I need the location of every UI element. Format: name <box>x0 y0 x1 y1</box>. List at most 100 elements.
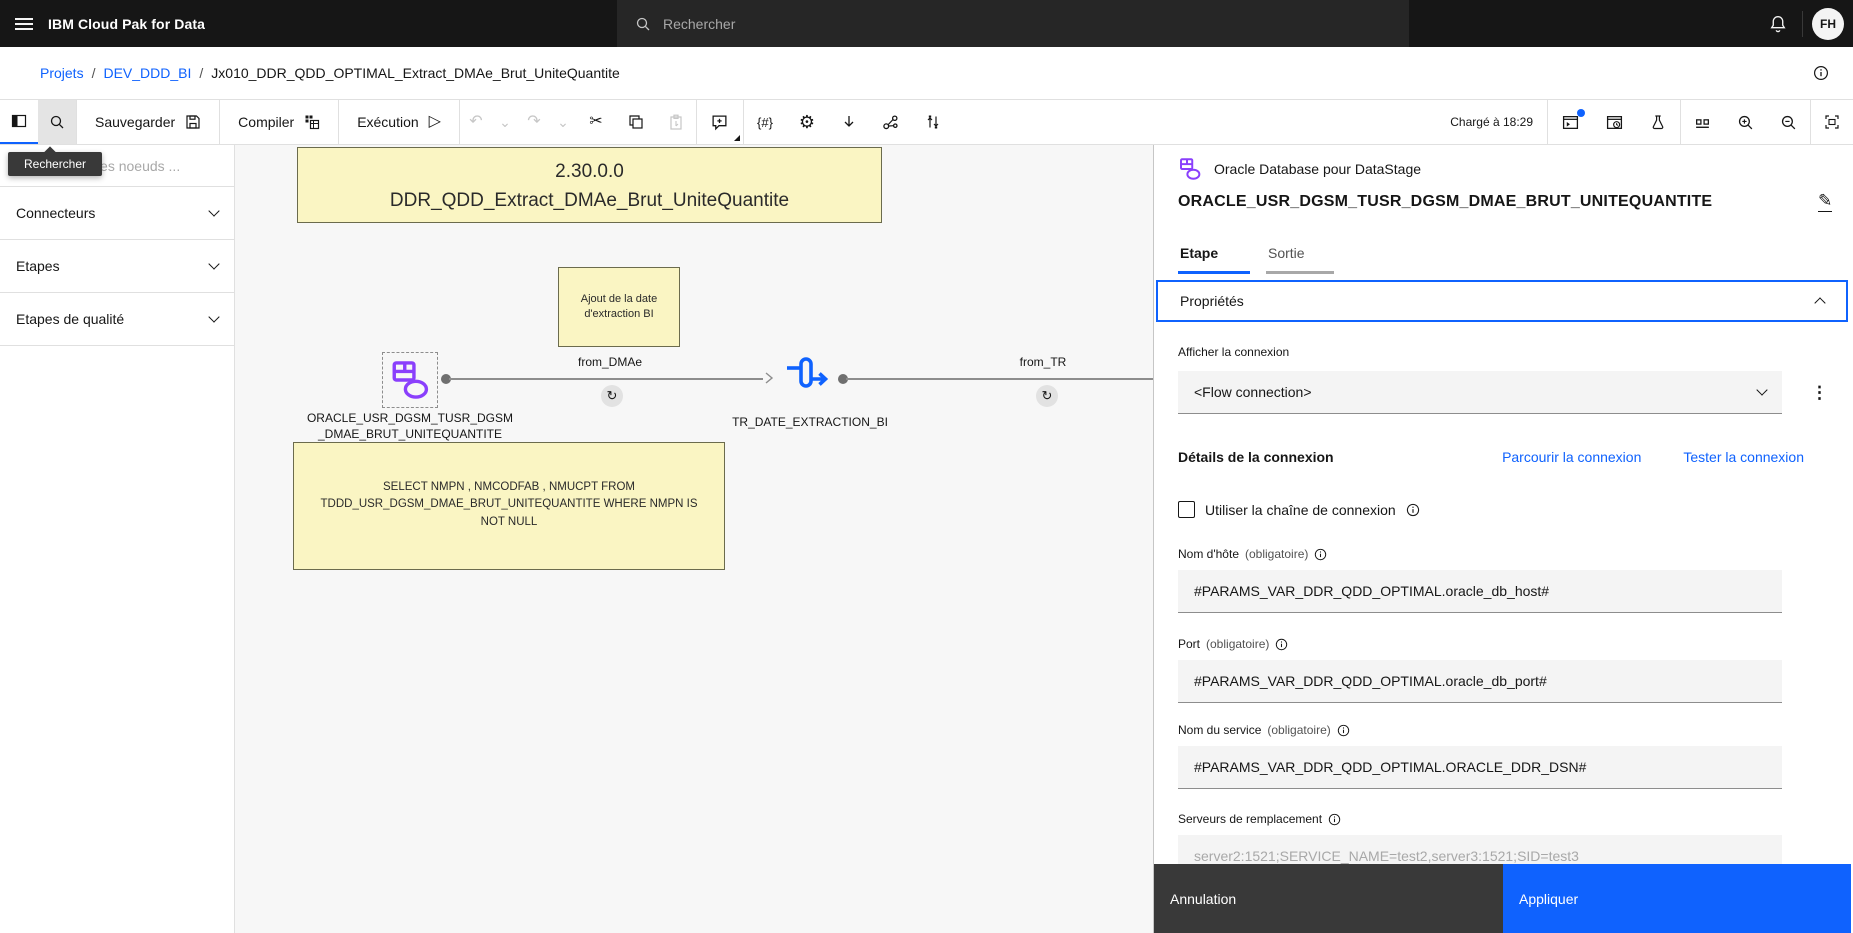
global-search-input[interactable] <box>663 15 1263 32</box>
node-oracle-source[interactable] <box>382 352 438 408</box>
info-icon[interactable] <box>1406 503 1420 517</box>
undo-menu-button[interactable]: ⌄ <box>491 100 518 144</box>
search-nodes-button[interactable] <box>38 100 76 144</box>
search-tooltip: Rechercher <box>8 146 103 176</box>
redo-menu-button[interactable]: ⌄ <box>549 100 576 144</box>
toggle-palette-button[interactable] <box>0 100 38 144</box>
breadcrumb-flow-name: Jx010_DDR_QDD_OPTIMAL_Extract_DMAe_Brut_… <box>211 65 620 81</box>
apply-button[interactable]: Appliquer <box>1503 864 1851 933</box>
compile-label: Compiler <box>238 114 295 130</box>
play-icon: ▷ <box>428 113 441 130</box>
comment-note-sql[interactable]: SELECT NMPN , NMCODFAB , NMUCPT FROM TDD… <box>293 442 725 570</box>
zoom-in-button[interactable] <box>1724 100 1767 144</box>
link-from-dmae[interactable] <box>449 378 763 380</box>
zoom-out-icon <box>1781 115 1796 129</box>
test-connection-link[interactable]: Tester la connexion <box>1683 449 1804 465</box>
run-label: Exécution <box>357 114 419 130</box>
link-refresh-button[interactable]: ↻ <box>1036 385 1058 407</box>
download-icon <box>844 116 854 127</box>
browse-connection-link[interactable]: Parcourir la connexion <box>1502 449 1641 465</box>
note-text: SELECT NMPN , NMCODFAB , NMUCPT FROM TDD… <box>320 481 698 528</box>
redo-button[interactable]: ↷ <box>517 100 550 144</box>
link-label-from-tr[interactable]: from_TR <box>968 355 1118 369</box>
fit-to-screen-button[interactable] <box>1811 100 1853 144</box>
copy-button[interactable] <box>615 100 656 144</box>
download-button[interactable] <box>827 100 870 144</box>
link-label-from-dmae[interactable]: from_DMAe <box>535 355 685 369</box>
info-icon[interactable] <box>1337 724 1350 737</box>
flow-toolbar: Sauvegarder Compiler Exécution ▷ ↶ ⌄ ↷ ⌄ <box>0 100 1853 145</box>
hamburger-menu-button[interactable] <box>0 0 48 47</box>
settings-button[interactable]: ⚙ <box>785 100 828 144</box>
tab-etape[interactable]: Etape <box>1178 237 1250 274</box>
comment-icon <box>712 114 727 130</box>
fit-screen-icon <box>1825 115 1839 129</box>
undo-button[interactable]: ↶ <box>459 100 492 144</box>
global-search[interactable] <box>617 0 1409 47</box>
use-connection-string-label: Utiliser la chaîne de connexion <box>1205 501 1396 518</box>
save-status: Chargé à 18:29 <box>1450 115 1533 129</box>
add-comment-button[interactable] <box>696 100 743 144</box>
breadcrumb-project-name[interactable]: DEV_DDD_BI <box>103 65 191 81</box>
auto-arrange-button[interactable] <box>911 100 954 144</box>
port-input[interactable] <box>1178 660 1782 703</box>
hostname-input[interactable] <box>1178 570 1782 613</box>
palette-section-connectors[interactable]: Connecteurs <box>0 187 234 240</box>
palette-section-quality-stages[interactable]: Etapes de qualité <box>0 293 234 346</box>
palette-section-stages[interactable]: Etapes <box>0 240 234 293</box>
flow-canvas[interactable]: 2.30.0.0 DDR_QDD_Extract_DMAe_Brut_Unite… <box>235 145 1153 933</box>
info-icon[interactable] <box>1275 638 1288 651</box>
run-console-button[interactable] <box>1548 100 1592 144</box>
node-transformer[interactable] <box>785 353 831 397</box>
info-icon[interactable] <box>1314 548 1327 561</box>
refresh-icon: ↻ <box>1041 388 1053 403</box>
avatar[interactable]: FH <box>1812 7 1844 40</box>
pencil-icon: ✎ <box>1818 191 1833 210</box>
breadcrumb-projects[interactable]: Projets <box>40 65 84 81</box>
save-button[interactable]: Sauvegarder <box>77 100 220 144</box>
properties-accordion[interactable]: Propriétés <box>1156 280 1848 322</box>
connection-dropdown[interactable]: <Flow connection> <box>1178 371 1782 414</box>
test-flask-button[interactable] <box>1636 100 1680 144</box>
scissors-icon: ✂ <box>589 113 603 130</box>
history-icon <box>1606 115 1622 129</box>
comment-note-extraction-date[interactable]: Ajout de la date d'extraction BI <box>558 267 680 347</box>
breadcrumb: Projets / DEV_DDD_BI / Jx010_DDR_QDD_OPT… <box>0 47 1853 100</box>
cut-button[interactable]: ✂ <box>575 100 616 144</box>
compile-icon <box>305 115 320 130</box>
connection-overflow-menu-button[interactable]: ⋮ <box>1806 379 1834 407</box>
port-label: Port (obligatoire) <box>1178 637 1288 651</box>
data-lineage-button[interactable] <box>869 100 912 144</box>
rename-node-button[interactable]: ✎ <box>1818 191 1833 212</box>
alternate-servers-label: Serveurs de remplacement <box>1178 812 1341 826</box>
info-icon[interactable] <box>1328 813 1341 826</box>
node-palette: Connecteurs Etapes Etapes de qualité Rec… <box>0 145 235 933</box>
notifications-button[interactable] <box>1754 0 1802 47</box>
zoom-out-button[interactable] <box>1767 100 1810 144</box>
note-line: DDR_QDD_Extract_DMAe_Brut_UniteQuantite <box>389 189 790 211</box>
link-from-tr[interactable] <box>846 378 1153 380</box>
chevron-down-icon <box>208 311 220 323</box>
comment-note-version[interactable]: 2.30.0.0 DDR_QDD_Extract_DMAe_Brut_Unite… <box>297 147 882 223</box>
link-refresh-button[interactable]: ↻ <box>601 385 623 407</box>
cancel-button[interactable]: Annulation <box>1154 864 1503 933</box>
accordion-title: Propriétés <box>1180 293 1244 309</box>
tab-sortie[interactable]: Sortie <box>1266 237 1334 274</box>
paste-button[interactable] <box>655 100 696 144</box>
copy-icon <box>629 115 643 129</box>
run-button[interactable]: Exécution ▷ <box>339 100 459 144</box>
paste-icon <box>670 114 682 130</box>
flow-info-button[interactable] <box>1805 57 1837 89</box>
undo-icon: ↶ <box>469 113 483 130</box>
chevron-down-icon <box>208 258 220 270</box>
chevron-down-icon: ⌄ <box>557 114 569 130</box>
service-name-input[interactable] <box>1178 746 1782 789</box>
parameters-button[interactable]: {#} <box>743 100 786 144</box>
compile-button[interactable]: Compiler <box>220 100 339 144</box>
use-connection-string-checkbox[interactable] <box>1178 501 1195 518</box>
properties-panel: Oracle Database pour DataStage ORACLE_US… <box>1153 145 1851 933</box>
gear-icon: ⚙ <box>798 111 816 132</box>
run-history-button[interactable] <box>1592 100 1636 144</box>
note-line: 2.30.0.0 <box>555 161 624 182</box>
toggle-bottom-panel-button[interactable] <box>1681 100 1724 144</box>
